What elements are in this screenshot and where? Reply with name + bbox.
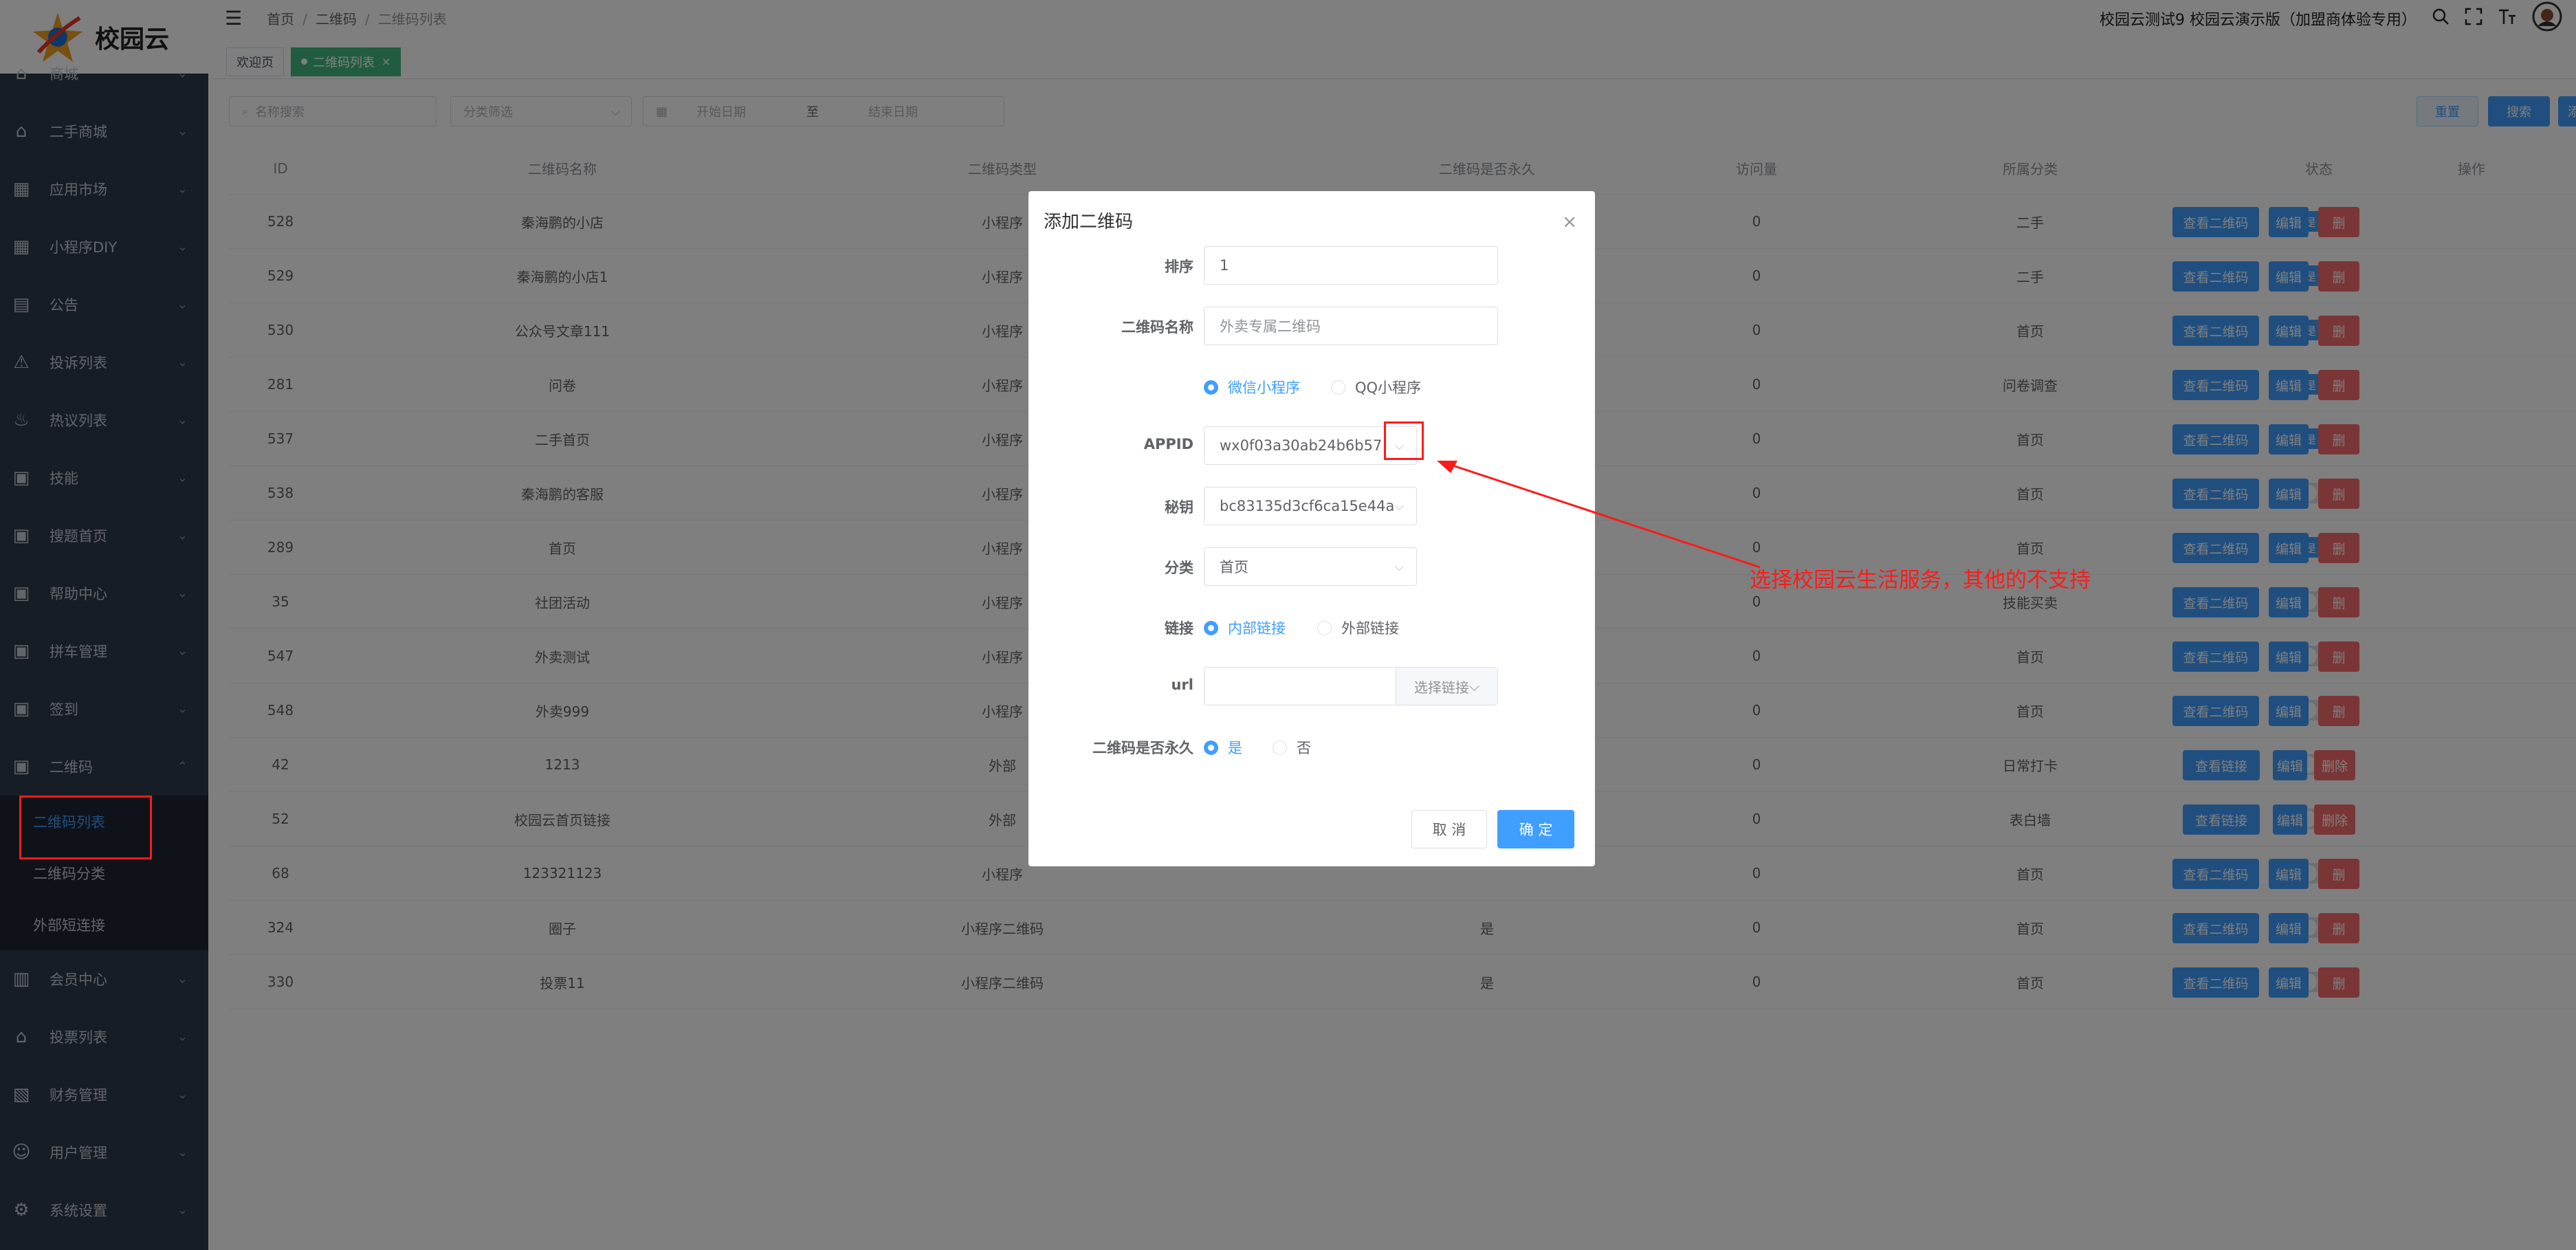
radio-external-link[interactable]: 外部链接 <box>1317 617 1399 638</box>
secret-value: bc83135d3cf6ca15e44a <box>1220 498 1395 514</box>
secret-select[interactable]: bc83135d3cf6ca15e44a ⌵ <box>1204 487 1417 525</box>
radio-permanent-yes[interactable]: 是 <box>1204 737 1242 758</box>
appid-value: wx0f03a30ab24b6b57 <box>1220 437 1383 454</box>
name-input[interactable]: 外卖专属二维码 <box>1204 307 1498 345</box>
chevron-down-icon: ⌵ <box>1468 678 1480 694</box>
sort-value: 1 <box>1220 257 1229 274</box>
name-label: 二维码名称 <box>1121 319 1193 336</box>
radio-wechat-miniprogram[interactable]: 微信小程序 <box>1204 377 1300 397</box>
confirm-button[interactable]: 确 定 <box>1497 810 1574 848</box>
radio-circle <box>1204 620 1218 635</box>
radio-circle <box>1204 740 1218 755</box>
chevron-down-icon: ⌵ <box>1394 498 1404 514</box>
category-select[interactable]: 首页 ⌵ <box>1204 547 1417 586</box>
radio-label: 是 <box>1228 740 1242 756</box>
radio-circle <box>1317 620 1332 635</box>
radio-label: 否 <box>1297 740 1311 756</box>
radio-internal-link[interactable]: 内部链接 <box>1204 617 1286 638</box>
permanent-label: 二维码是否永久 <box>1092 740 1193 756</box>
annotation-arrow <box>1437 461 1761 569</box>
annotation-text: 选择校园云生活服务，其他的不支持 <box>1750 568 2091 593</box>
dialog-title: 添加二维码 <box>1044 212 1134 232</box>
annotation-box-menu <box>19 796 152 859</box>
close-icon[interactable]: × <box>1562 212 1577 232</box>
category-value: 首页 <box>1220 559 1248 575</box>
category-label: 分类 <box>1165 560 1193 576</box>
radio-label: 内部链接 <box>1228 620 1286 637</box>
select-link-label: 选择链接 <box>1413 679 1469 696</box>
radio-circle <box>1204 380 1218 395</box>
secret-label: 秘钥 <box>1165 499 1193 516</box>
select-link-button[interactable]: 选择链接 ⌵ <box>1396 668 1497 705</box>
cancel-button[interactable]: 取 消 <box>1411 810 1487 848</box>
radio-permanent-no[interactable]: 否 <box>1273 737 1311 758</box>
sort-input[interactable]: 1 <box>1204 246 1498 285</box>
chevron-down-icon: ⌵ <box>1394 559 1404 574</box>
annotation-box-appid <box>1384 421 1424 460</box>
radio-circle <box>1331 380 1345 395</box>
radio-circle <box>1273 740 1287 755</box>
radio-label: 外部链接 <box>1341 620 1399 637</box>
radio-label: 微信小程序 <box>1228 380 1300 396</box>
name-value: 外卖专属二维码 <box>1220 318 1321 335</box>
sort-label: 排序 <box>1165 259 1193 275</box>
link-label: 链接 <box>1165 620 1193 637</box>
radio-label: QQ小程序 <box>1355 380 1422 396</box>
radio-qq-miniprogram[interactable]: QQ小程序 <box>1331 377 1421 397</box>
url-input[interactable]: 选择链接 ⌵ <box>1204 667 1498 705</box>
url-label: url <box>1171 677 1193 693</box>
appid-label: APPID <box>1143 436 1193 452</box>
